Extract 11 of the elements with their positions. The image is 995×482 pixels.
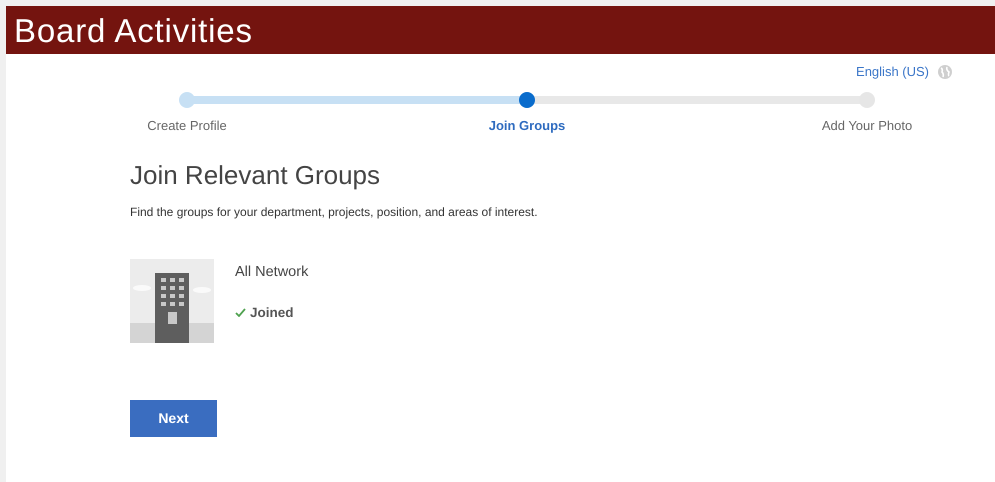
language-link[interactable]: English (US)	[856, 62, 929, 82]
status-label: Joined	[250, 304, 294, 322]
page-heading: Join Relevant Groups	[130, 159, 382, 192]
globe-icon	[937, 64, 953, 80]
next-button[interactable]: Next	[130, 400, 217, 437]
group-name: All Network	[235, 263, 308, 282]
step-label: Join Groups	[488, 117, 566, 135]
step-label: Create Profile	[147, 117, 227, 135]
step-label: Add Your Photo	[822, 117, 912, 135]
app-title: Board Activities	[14, 14, 253, 46]
description-text: Find the groups for your department, projects, position, and areas of interest.	[130, 204, 539, 221]
